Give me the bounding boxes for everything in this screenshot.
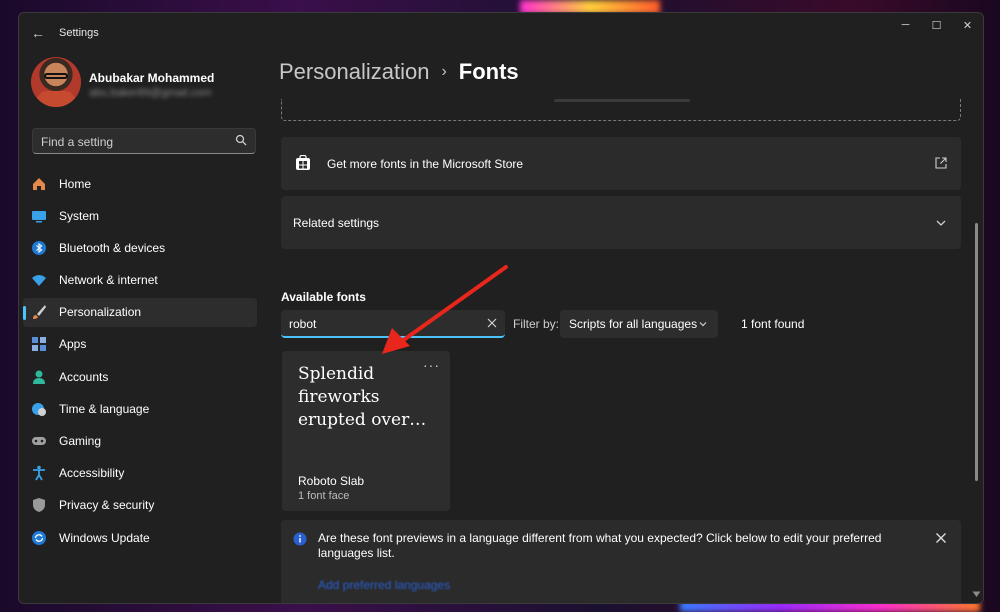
app-title: Settings <box>59 27 99 39</box>
font-name: Roboto Slab <box>298 474 365 488</box>
title-bar: ← Settings ─ ☐ ✕ <box>19 13 983 53</box>
script-filter-dropdown[interactable]: Scripts for all languages <box>560 310 718 338</box>
info-icon <box>293 532 307 546</box>
sidebar-item-system[interactable]: System <box>23 201 257 230</box>
chevron-down-icon <box>699 322 707 327</box>
close-window-button[interactable]: ✕ <box>952 13 983 37</box>
related-settings-expander[interactable]: Related settings <box>281 196 961 249</box>
language-info-bar: Are these font previews in a language di… <box>281 520 961 603</box>
settings-window: ← Settings ─ ☐ ✕ Abubakar Mohammed abu.b… <box>18 12 984 604</box>
window-controls: ─ ☐ ✕ <box>890 13 983 37</box>
accounts-icon <box>33 370 45 384</box>
home-icon <box>33 177 45 190</box>
sidebar-item-privacy[interactable]: Privacy & security <box>23 491 257 520</box>
sidebar-item-time-language[interactable]: Time & language <box>23 394 257 423</box>
minimize-button[interactable]: ─ <box>890 13 921 37</box>
bluetooth-icon <box>32 240 46 255</box>
filter-value: Scripts for all languages <box>569 317 698 331</box>
font-face-count: 1 font face <box>298 490 350 502</box>
sidebar-item-label: Windows Update <box>59 530 150 545</box>
system-icon <box>32 210 46 223</box>
breadcrumb-parent[interactable]: Personalization <box>279 59 429 85</box>
sidebar-item-label: Accounts <box>59 369 109 384</box>
sidebar-item-accessibility[interactable]: Accessibility <box>23 459 257 488</box>
available-fonts-heading: Available fonts <box>281 290 366 304</box>
microsoft-store-fonts-link[interactable]: Get more fonts in the Microsoft Store <box>281 137 961 190</box>
user-name: Abubakar Mohammed <box>89 71 215 85</box>
clear-icon[interactable] <box>487 318 497 328</box>
update-icon <box>32 530 46 545</box>
scrollbar-thumb[interactable] <box>975 223 978 481</box>
sidebar-item-label: System <box>59 208 100 223</box>
sidebar-item-apps[interactable]: Apps <box>23 330 257 359</box>
font-search-value: robot <box>289 317 317 331</box>
search-placeholder: Find a setting <box>41 135 114 149</box>
sidebar-item-label: Personalization <box>59 305 142 320</box>
sidebar-item-personalization[interactable]: Personalization <box>23 297 257 327</box>
breadcrumb: Personalization › Fonts <box>279 59 519 85</box>
font-preview-text: Splendid fireworks erupted over… <box>298 364 427 430</box>
sidebar-item-label: Network & internet <box>59 273 158 288</box>
network-icon <box>32 275 46 287</box>
more-options-icon[interactable]: ··· <box>423 357 440 373</box>
sidebar-item-label: Privacy & security <box>59 498 155 513</box>
sidebar-item-gaming[interactable]: Gaming <box>23 427 257 456</box>
main-content: Get more fonts in the Microsoft Store Re… <box>281 99 961 603</box>
sidebar-item-label: Accessibility <box>59 466 125 481</box>
sidebar-item-windows-update[interactable]: Windows Update <box>23 523 257 552</box>
sidebar-item-label: Bluetooth & devices <box>59 240 166 255</box>
font-count: 1 font found <box>741 317 805 331</box>
shield-icon <box>33 498 45 513</box>
external-link-icon <box>935 157 947 169</box>
apps-icon <box>32 337 46 352</box>
font-drop-zone[interactable] <box>281 99 961 121</box>
brush-icon <box>33 305 46 320</box>
related-settings-label: Related settings <box>293 216 380 230</box>
font-search-input[interactable]: robot <box>281 310 505 338</box>
store-icon <box>296 155 310 170</box>
accessibility-icon <box>33 465 45 481</box>
info-message: Are these font previews in a language di… <box>318 531 882 560</box>
scroll-down-arrow-icon[interactable] <box>972 591 981 598</box>
sidebar-item-label: Home <box>59 176 92 191</box>
store-card-label: Get more fonts in the Microsoft Store <box>327 157 524 171</box>
sidebar-item-accounts[interactable]: Accounts <box>23 362 257 391</box>
sidebar-item-bluetooth[interactable]: Bluetooth & devices <box>23 233 257 262</box>
sidebar-nav: Home System Bluetooth & devices Network … <box>23 169 257 555</box>
sidebar-item-label: Time & language <box>59 401 150 416</box>
font-tile-roboto-slab[interactable]: Splendid fireworks erupted over… ··· Rob… <box>282 351 450 511</box>
gamepad-icon <box>32 437 46 445</box>
page-title: Fonts <box>458 59 519 84</box>
add-preferred-languages-link[interactable]: Add preferred languages <box>318 578 450 592</box>
sidebar-item-home[interactable]: Home <box>23 169 257 198</box>
sidebar-item-label: Apps <box>59 337 87 352</box>
settings-search-input[interactable]: Find a setting <box>32 128 256 154</box>
filter-label: Filter by: <box>513 317 560 331</box>
sidebar-item-label: Gaming <box>59 434 102 448</box>
back-button[interactable]: ← <box>31 25 47 41</box>
avatar <box>31 57 81 107</box>
close-icon[interactable] <box>935 532 947 544</box>
user-email: abu.baker89@gmail.com <box>89 87 212 99</box>
sidebar-item-network[interactable]: Network & internet <box>23 266 257 295</box>
chevron-right-icon: › <box>441 63 447 80</box>
globe-clock-icon <box>32 402 46 416</box>
maximize-button[interactable]: ☐ <box>921 13 952 37</box>
search-icon <box>235 134 247 146</box>
chevron-down-icon <box>936 220 946 226</box>
